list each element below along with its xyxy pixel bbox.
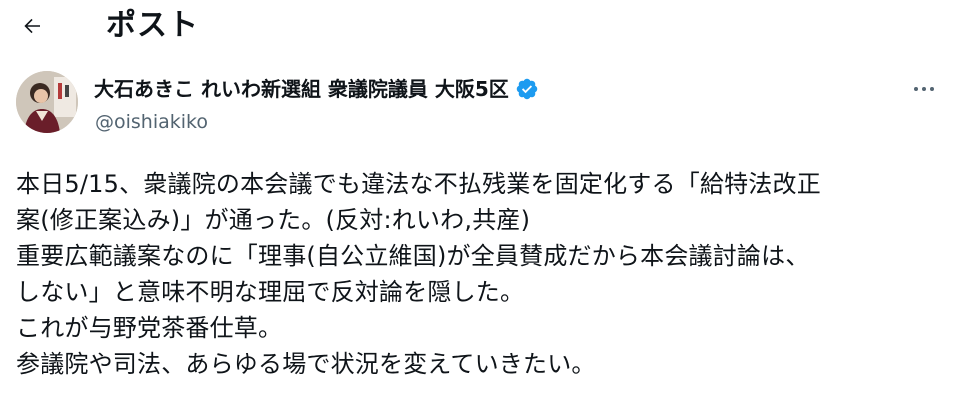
post-text-line: しない」と意味不明な理屈で反対論を隠した。 <box>16 278 525 306</box>
back-button[interactable] <box>14 8 50 44</box>
post-text: 本日5/15、衆議院の本会議でも違法な不払残業を固定化する「給特法改正 案(修正… <box>16 166 952 382</box>
post-author: 大石あきこ れいわ新選組 衆議院議員 大阪5区 @oishiakiko <box>0 66 962 142</box>
arrow-left-icon <box>24 18 40 34</box>
display-name: 大石あきこ れいわ新選組 衆議院議員 大阪5区 <box>94 77 509 101</box>
post-text-line: 本日5/15、衆議院の本会議でも違法な不払残業を固定化する「給特法改正 <box>16 170 821 198</box>
post-text-line: 重要広範議案なのに「理事(自公立維国)が全員賛成だから本会議討論は、 <box>16 242 810 270</box>
avatar-photo-icon <box>16 71 78 133</box>
post-text-line: これが与野党茶番仕草。 <box>16 314 283 342</box>
post-text-line: 参議院や司法、あらゆる場で状況を変えていきたい。 <box>16 350 596 378</box>
page-header: ポスト <box>0 0 962 52</box>
author-name-link[interactable]: 大石あきこ れいわ新選組 衆議院議員 大阪5区 <box>94 76 539 102</box>
more-options-button[interactable] <box>904 74 944 104</box>
avatar[interactable] <box>16 71 78 133</box>
post-text-line: 案(修正案込み)」が通った。(反対:れいわ,共産) <box>16 206 531 234</box>
author-handle[interactable]: @oishiakiko <box>95 110 208 134</box>
page-title: ポスト <box>106 8 199 43</box>
verified-badge-icon[interactable] <box>515 77 539 101</box>
more-horizontal-icon <box>914 87 934 91</box>
